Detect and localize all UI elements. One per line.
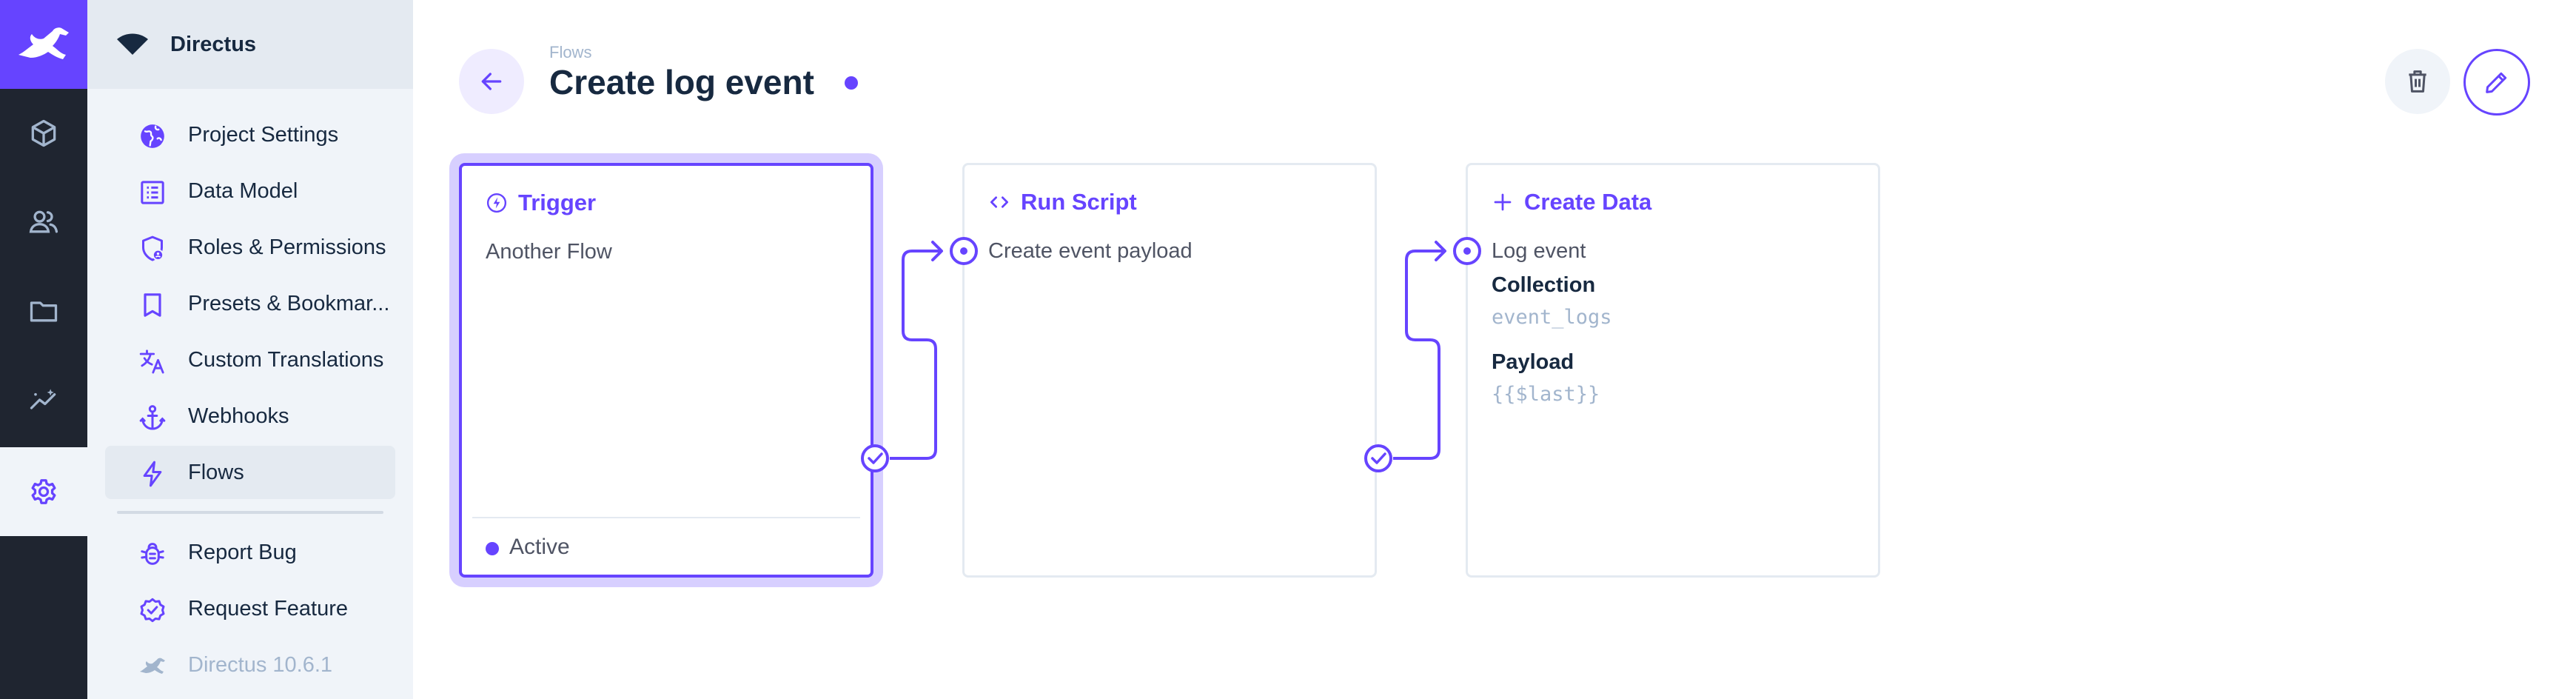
module-settings[interactable] xyxy=(0,447,87,536)
nav-item-label: Webhooks xyxy=(188,404,289,428)
active-status-dot xyxy=(845,76,858,90)
nav-item-label: Directus 10.6.1 xyxy=(188,653,333,677)
breadcrumb[interactable]: Flows xyxy=(549,43,591,62)
gear-icon xyxy=(31,479,56,504)
trigger-status: Active xyxy=(509,535,570,559)
cube-icon xyxy=(31,119,56,147)
nav-item-label: Flows xyxy=(188,461,244,484)
trash-icon xyxy=(2409,70,2426,93)
page-title: Create log event xyxy=(549,63,814,101)
new-releases-icon xyxy=(138,595,167,625)
option-label-collection: Collection xyxy=(1492,273,1596,297)
edit-pencil-icon xyxy=(2486,72,2507,93)
operation-title-text: Create Data xyxy=(1524,189,1652,215)
rabbit-logo-icon xyxy=(19,27,69,59)
bug-icon xyxy=(138,539,167,569)
globe-icon xyxy=(138,121,167,151)
edit-button[interactable] xyxy=(2463,49,2530,116)
nav-item-label: Project Settings xyxy=(188,123,339,147)
nav-item-version[interactable]: Directus 10.6.1 xyxy=(105,638,395,692)
operation-name: Log event xyxy=(1492,239,1586,263)
code-icon xyxy=(990,196,1008,208)
status-dot xyxy=(486,542,499,555)
insights-icon xyxy=(30,389,56,409)
translate-icon xyxy=(138,347,167,376)
back-button[interactable] xyxy=(459,49,524,114)
operation-panel-run-script[interactable]: Run Script Create event payload xyxy=(962,163,1377,578)
operation-title: Run Script xyxy=(988,189,1137,215)
admin-shield-icon xyxy=(138,234,167,264)
module-users[interactable] xyxy=(0,178,87,267)
trigger-panel-title: Trigger xyxy=(486,190,596,216)
project-name: Directus xyxy=(170,33,257,56)
operation-name: Create event payload xyxy=(988,239,1193,263)
bolt-circle-icon xyxy=(486,193,507,213)
trigger-footer: Active xyxy=(472,517,860,575)
folder-icon xyxy=(30,301,58,322)
nav-item-custom-translations[interactable]: Custom Translations xyxy=(105,333,395,387)
nav-divider xyxy=(117,511,383,514)
nav-item-flows[interactable]: Flows xyxy=(105,446,395,499)
nav-item-roles-permissions[interactable]: Roles & Permissions xyxy=(105,221,395,274)
nav-item-presets-bookmarks[interactable]: Presets & Bookmar... xyxy=(105,277,395,330)
nav-item-request-feature[interactable]: Request Feature xyxy=(105,582,395,635)
operation-panel-create-data[interactable]: Create Data Log event Collection event_l… xyxy=(1466,163,1880,578)
nav-item-data-model[interactable]: Data Model xyxy=(105,164,395,218)
trigger-name: Another Flow xyxy=(486,240,612,264)
option-value-collection: event_logs xyxy=(1492,306,1612,329)
nav-item-label: Request Feature xyxy=(188,597,349,621)
nav-item-report-bug[interactable]: Report Bug xyxy=(105,526,395,579)
module-files[interactable] xyxy=(0,267,87,355)
bolt-icon xyxy=(138,459,167,489)
nav-item-webhooks[interactable]: Webhooks xyxy=(105,389,395,443)
operation-title: Create Data xyxy=(1492,189,1651,215)
module-bar xyxy=(0,0,87,699)
bookmark-icon xyxy=(138,290,167,320)
nav-item-label: Custom Translations xyxy=(188,348,384,372)
module-insights[interactable] xyxy=(0,355,87,444)
nav-item-label: Data Model xyxy=(188,179,298,203)
nav-item-label: Roles & Permissions xyxy=(188,235,386,259)
main-content: Flows Create log event Trigger Another F… xyxy=(413,0,2576,699)
arrow-back-icon xyxy=(481,73,502,90)
nav-item-project-settings[interactable]: Project Settings xyxy=(105,108,395,161)
directus-logo-icon xyxy=(138,652,167,681)
project-header[interactable]: Directus xyxy=(87,0,413,89)
trigger-panel[interactable]: Trigger Another Flow Active xyxy=(459,163,873,578)
plus-icon xyxy=(1494,193,1512,211)
anchor-icon xyxy=(138,403,167,432)
nav-item-label: Presets & Bookmar... xyxy=(188,292,390,315)
wifi-icon xyxy=(115,33,150,58)
trigger-title-text: Trigger xyxy=(518,190,597,215)
delete-button[interactable] xyxy=(2385,49,2450,114)
directus-logo[interactable] xyxy=(0,0,87,89)
operation-title-text: Run Script xyxy=(1021,189,1137,215)
option-label-payload: Payload xyxy=(1492,350,1574,374)
users-icon xyxy=(29,210,58,233)
navigation-sidebar: Directus Project Settings Data Model Rol… xyxy=(87,0,413,699)
option-value-payload: {{$last}} xyxy=(1492,383,1600,406)
module-content[interactable] xyxy=(0,89,87,178)
nav-item-label: Report Bug xyxy=(188,541,297,564)
list-alt-icon xyxy=(138,178,167,207)
